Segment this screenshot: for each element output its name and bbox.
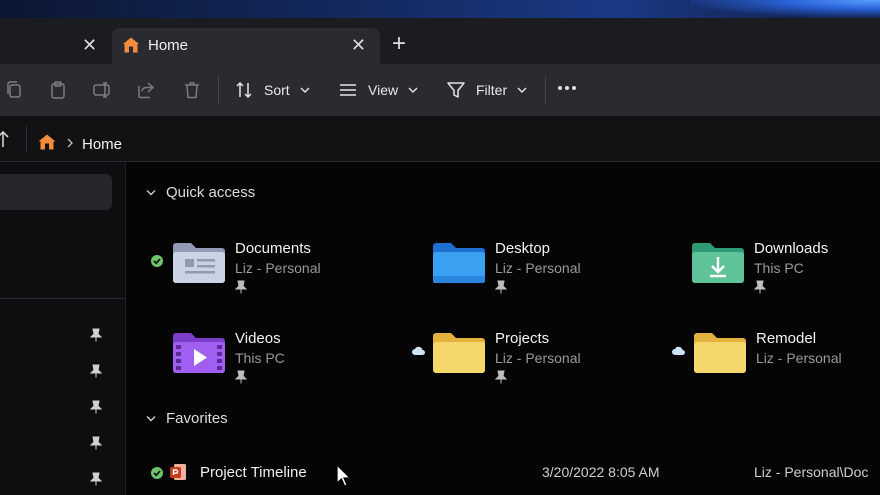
pin-icon bbox=[90, 436, 102, 450]
view-button[interactable]: View bbox=[338, 78, 418, 102]
quick-access-item-videos[interactable]: Videos This PC bbox=[171, 326, 401, 388]
videos-folder-icon bbox=[173, 333, 225, 373]
pin-icon bbox=[754, 280, 766, 294]
pin-icon bbox=[495, 280, 507, 294]
chevron-down-icon bbox=[517, 87, 527, 93]
chevron-right-icon[interactable] bbox=[66, 138, 74, 148]
chevron-down-icon bbox=[300, 87, 310, 93]
desktop-wallpaper-strip bbox=[0, 0, 880, 18]
pin-icon bbox=[90, 328, 102, 342]
desktop-folder-icon bbox=[433, 243, 485, 283]
nav-divider bbox=[0, 298, 126, 299]
pin-icon bbox=[90, 400, 102, 414]
tab-previous[interactable]: ✕ bbox=[0, 28, 112, 64]
filter-icon bbox=[447, 82, 465, 98]
file-name: Project Timeline bbox=[200, 464, 307, 481]
item-location: Liz - Personal bbox=[495, 350, 581, 366]
powerpoint-file-icon bbox=[170, 464, 186, 480]
tab-close-button[interactable]: ✕ bbox=[351, 36, 366, 54]
favorites-row[interactable]: Project Timeline 3/20/2022 8:05 AM Liz -… bbox=[126, 458, 880, 488]
filter-button[interactable]: Filter bbox=[446, 78, 527, 102]
copy-icon[interactable] bbox=[4, 80, 24, 100]
address-separator bbox=[26, 126, 27, 152]
item-name: Remodel bbox=[756, 330, 817, 347]
chevron-down-icon bbox=[408, 87, 418, 93]
view-label: View bbox=[368, 82, 399, 98]
breadcrumb-home[interactable]: Home bbox=[82, 136, 122, 153]
view-icon bbox=[340, 84, 356, 96]
cloud-icon bbox=[412, 346, 425, 355]
item-location: Liz - Personal bbox=[756, 350, 842, 366]
delete-icon[interactable] bbox=[182, 80, 202, 100]
paste-icon[interactable] bbox=[48, 80, 68, 100]
sort-icon bbox=[236, 81, 252, 99]
toolbar-separator bbox=[545, 76, 546, 104]
sort-button[interactable]: Sort bbox=[234, 78, 310, 102]
favorites-header[interactable]: Favorites bbox=[146, 410, 228, 427]
quick-access-item-projects[interactable]: Projects Liz - Personal bbox=[431, 326, 661, 388]
tab-close-button[interactable]: ✕ bbox=[82, 36, 97, 54]
quick-access-item-downloads[interactable]: Downloads This PC bbox=[690, 236, 880, 298]
share-icon[interactable] bbox=[136, 80, 156, 100]
quick-access-header[interactable]: Quick access bbox=[146, 184, 255, 201]
pin-icon bbox=[495, 370, 507, 384]
tab-title: Home bbox=[148, 37, 189, 54]
filter-label: Filter bbox=[476, 82, 508, 98]
toolbar-separator bbox=[218, 76, 219, 104]
item-location: Liz - Personal bbox=[235, 260, 321, 276]
chevron-down-icon bbox=[146, 415, 156, 421]
item-name: Videos bbox=[235, 330, 281, 347]
quick-access-item-documents[interactable]: Documents Liz - Personal bbox=[171, 236, 401, 298]
quick-access-item-remodel[interactable]: Remodel Liz - Personal bbox=[692, 326, 880, 388]
sync-status-icon bbox=[151, 467, 163, 479]
folder-icon bbox=[433, 333, 485, 373]
item-location: Liz - Personal bbox=[495, 260, 581, 276]
section-title: Quick access bbox=[166, 184, 256, 201]
pin-icon bbox=[235, 280, 247, 294]
pin-icon bbox=[235, 370, 247, 384]
item-name: Downloads bbox=[754, 240, 829, 257]
address-bar: Home bbox=[0, 116, 880, 162]
new-tab-button[interactable]: + bbox=[392, 32, 406, 56]
quick-access-item-desktop[interactable]: Desktop Liz - Personal bbox=[431, 236, 661, 298]
file-location: Liz - Personal\Doc bbox=[754, 464, 869, 480]
tab-home[interactable]: Home ✕ bbox=[112, 28, 380, 64]
chevron-down-icon bbox=[146, 189, 156, 195]
content-pane: Quick access Documents Liz - Personal De… bbox=[126, 162, 880, 495]
sync-status-icon bbox=[151, 255, 163, 267]
downloads-folder-icon bbox=[692, 243, 744, 283]
nav-item-selected[interactable] bbox=[0, 174, 112, 210]
item-name: Projects bbox=[495, 330, 550, 347]
mouse-cursor-icon bbox=[336, 464, 352, 487]
cloud-icon bbox=[672, 346, 685, 355]
documents-folder-icon bbox=[173, 243, 225, 283]
wallpaper-glow bbox=[690, 0, 880, 18]
home-icon bbox=[123, 37, 139, 53]
navigation-pane bbox=[0, 162, 126, 495]
section-title: Favorites bbox=[166, 410, 228, 427]
pin-icon bbox=[90, 472, 102, 486]
folder-icon bbox=[694, 333, 746, 373]
pin-icon bbox=[90, 364, 102, 378]
more-icon[interactable] bbox=[558, 86, 576, 90]
item-location: This PC bbox=[235, 350, 285, 366]
file-date: 3/20/2022 8:05 AM bbox=[542, 464, 660, 480]
item-location: This PC bbox=[754, 260, 804, 276]
home-icon bbox=[38, 134, 56, 150]
sort-label: Sort bbox=[264, 82, 290, 98]
item-name: Desktop bbox=[495, 240, 551, 257]
rename-icon[interactable] bbox=[92, 80, 112, 100]
tab-bar: ✕ Home ✕ + bbox=[0, 18, 880, 64]
up-arrow-icon[interactable] bbox=[0, 130, 10, 148]
command-bar: Sort View Filter bbox=[0, 64, 880, 116]
item-name: Documents bbox=[235, 240, 311, 257]
